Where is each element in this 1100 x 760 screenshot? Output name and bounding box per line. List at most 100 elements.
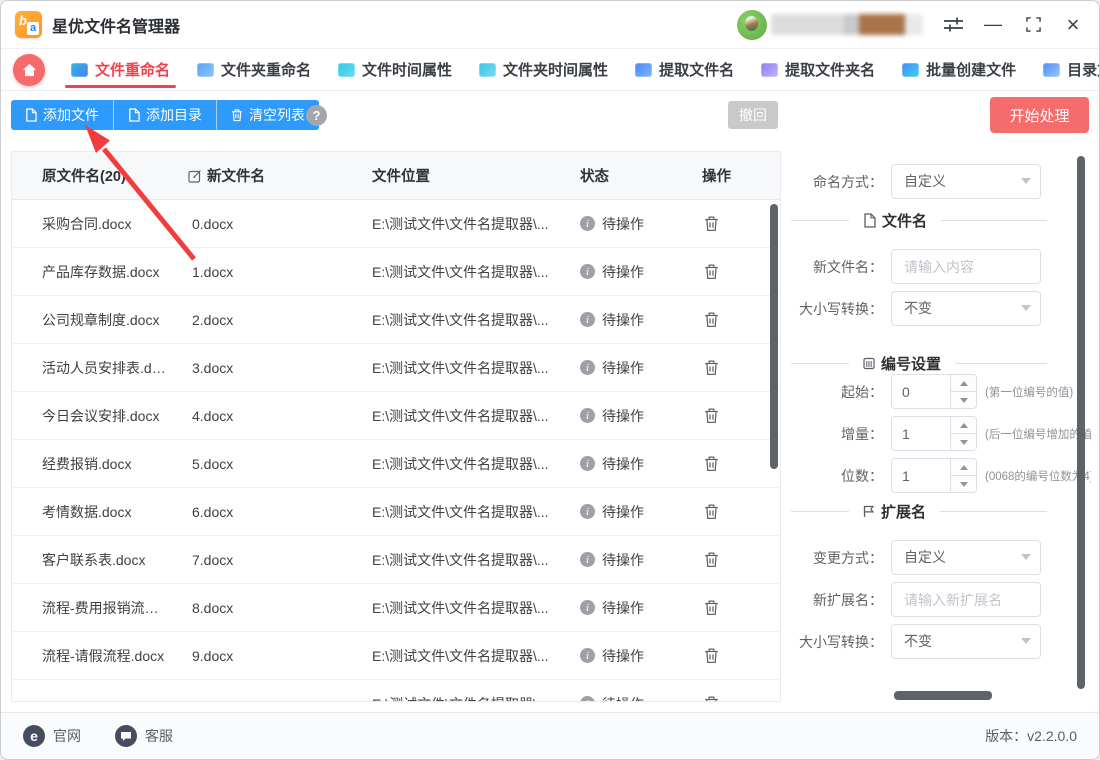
- increment-input[interactable]: [892, 417, 950, 450]
- delete-row-button[interactable]: [702, 213, 721, 234]
- customer-service-link[interactable]: 客服: [115, 725, 173, 747]
- add-directory-button[interactable]: 添加目录: [113, 100, 216, 130]
- help-button[interactable]: ?: [306, 105, 327, 126]
- case-convert2-select[interactable]: 不变: [891, 624, 1041, 659]
- stepper-down-button[interactable]: [951, 476, 976, 492]
- status-text: 待操作: [602, 359, 644, 376]
- add-file-button[interactable]: 添加文件: [11, 100, 113, 130]
- app-identity: ba 星优文件名管理器: [15, 11, 180, 38]
- trash-icon: [705, 312, 718, 328]
- new-filename: 9.docx: [192, 647, 234, 664]
- delete-row-button[interactable]: [702, 501, 721, 522]
- stepper-up-button[interactable]: [951, 375, 976, 392]
- status-cell: i 待操作: [560, 502, 682, 522]
- start-number-input[interactable]: [892, 375, 950, 408]
- new-filename: 0.docx: [192, 215, 234, 232]
- home-icon: [22, 63, 36, 76]
- app-title: 星优文件名管理器: [52, 18, 181, 36]
- digits-input[interactable]: [892, 459, 950, 492]
- file-location: E:\测试文件\文件名提取器\...: [372, 599, 549, 616]
- new-filename: 2.docx: [192, 311, 234, 328]
- tab-file-time[interactable]: 文件时间属性: [338, 49, 452, 90]
- status-text: 待操作: [602, 407, 644, 424]
- minimize-button[interactable]: —: [973, 5, 1013, 45]
- table-row: 今日会议安排.docx 4.docx E:\测试文件\文件名提取器\... i 待操作: [12, 392, 780, 440]
- info-icon: i: [580, 360, 595, 375]
- new-extension-input[interactable]: [891, 582, 1041, 617]
- new-extension-label: 新扩展名：: [813, 591, 883, 608]
- home-button[interactable]: [13, 53, 45, 86]
- action-cell: [682, 645, 780, 666]
- tab-label: 文件重命名: [95, 62, 171, 79]
- official-website-link[interactable]: e 官网: [23, 725, 81, 747]
- header-original: 原文件名(20): [42, 169, 126, 185]
- chevron-down-icon: [959, 481, 968, 487]
- user-account[interactable]: [737, 9, 923, 40]
- delete-row-button[interactable]: [702, 405, 721, 426]
- table-row: 客户联系表.docx 7.docx E:\测试文件\文件名提取器\... i 待操作: [12, 536, 780, 584]
- delete-row-button[interactable]: [702, 309, 721, 330]
- tab-batch-create[interactable]: 批量创建文件: [902, 49, 1016, 90]
- settings-sliders-button[interactable]: [933, 5, 973, 45]
- delete-row-button[interactable]: [702, 357, 721, 378]
- status-cell: i 待操作: [560, 262, 682, 282]
- digits-hint: (0068的编号位数为4): [985, 470, 1091, 483]
- tab-merge-extract[interactable]: 目录文件合并/提取: [1043, 49, 1099, 90]
- stepper-up-button[interactable]: [951, 417, 976, 434]
- tab-folder-rename[interactable]: 文件夹重命名: [197, 49, 311, 90]
- new-filename-input[interactable]: [891, 249, 1041, 284]
- delete-row-button[interactable]: [702, 597, 721, 618]
- clear-list-button[interactable]: 清空列表: [216, 100, 319, 130]
- tab-label: 文件夹重命名: [221, 62, 312, 79]
- merge-extract-icon: [1043, 62, 1061, 77]
- tab-folder-time[interactable]: 文件夹时间属性: [479, 49, 608, 90]
- table-row: 产品库存数据.docx 1.docx E:\测试文件\文件名提取器\... i 待操作: [12, 248, 780, 296]
- status-cell: i 待操作: [560, 646, 682, 666]
- maximize-button[interactable]: [1013, 5, 1053, 45]
- undo-button[interactable]: 撤回: [728, 101, 778, 129]
- case-convert2-label: 大小写转换：: [799, 633, 883, 650]
- case-convert-select[interactable]: 不变: [891, 291, 1041, 326]
- info-icon: i: [580, 408, 595, 423]
- start-process-button[interactable]: 开始处理: [990, 97, 1089, 133]
- original-filename: 产品库存数据.docx: [42, 263, 160, 280]
- panel-horizontal-scrollbar-thumb[interactable]: [894, 691, 992, 700]
- trash-icon: [231, 109, 243, 122]
- status-cell: i 待操作: [560, 454, 682, 474]
- change-mode-value: 自定义: [904, 549, 946, 565]
- file-location: E:\测试文件\文件名提取器\...: [372, 263, 549, 280]
- panel-scrollbar-thumb[interactable]: [1077, 156, 1085, 689]
- delete-row-button[interactable]: [702, 693, 721, 701]
- info-icon: i: [580, 600, 595, 615]
- action-cell: [682, 213, 780, 234]
- folder-rename-icon: [197, 62, 215, 77]
- tab-file-rename[interactable]: 文件重命名: [64, 49, 177, 90]
- stepper-down-button[interactable]: [951, 392, 976, 408]
- table-row: E:\测试文件\文件名提取器\... i 待操作: [12, 680, 780, 701]
- status-text: 待操作: [602, 455, 644, 472]
- stepper-down-button[interactable]: [951, 434, 976, 450]
- naming-mode-select[interactable]: 自定义: [891, 164, 1041, 199]
- change-mode-select[interactable]: 自定义: [891, 540, 1041, 575]
- chevron-down-icon: [959, 439, 968, 445]
- tab-label: 文件时间属性: [362, 62, 453, 79]
- table-scrollbar-thumb[interactable]: [770, 204, 778, 469]
- new-filename: 6.docx: [192, 503, 234, 520]
- support-label: 客服: [145, 728, 173, 744]
- trash-icon: [705, 600, 718, 616]
- stepper-up-button[interactable]: [951, 459, 976, 476]
- tab-extract-filename[interactable]: 提取文件名: [635, 49, 734, 90]
- close-button[interactable]: ×: [1053, 5, 1093, 45]
- original-filename: 客户联系表.docx: [42, 551, 146, 568]
- delete-row-button[interactable]: [702, 645, 721, 666]
- new-filename: 1.docx: [192, 263, 234, 280]
- start-number-stepper: [891, 374, 977, 409]
- tab-extract-foldername[interactable]: 提取文件夹名: [761, 49, 875, 90]
- delete-row-button[interactable]: [702, 453, 721, 474]
- info-icon: i: [580, 264, 595, 279]
- delete-row-button[interactable]: [702, 261, 721, 282]
- original-filename: 流程-费用报销流程.docx: [42, 599, 172, 616]
- new-filename-label: 新文件名：: [813, 258, 883, 275]
- delete-row-button[interactable]: [702, 549, 721, 570]
- filename-section-header: 文件名: [791, 210, 1091, 231]
